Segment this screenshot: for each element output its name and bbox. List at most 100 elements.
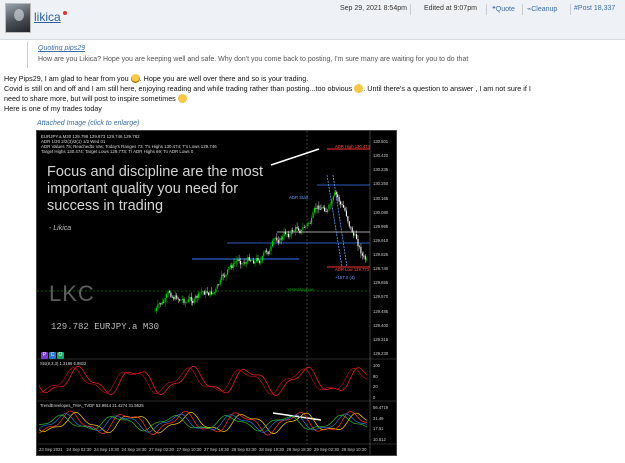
axis-tick-label: 24 Sep 10:30 <box>94 447 119 452</box>
axis-tick-label: 56.4719 <box>373 405 389 410</box>
candle <box>276 237 278 241</box>
candle <box>186 301 188 303</box>
candle <box>180 299 182 301</box>
candle <box>354 234 356 236</box>
candle <box>248 257 250 261</box>
candle <box>215 288 217 293</box>
tool-button: C <box>49 352 56 359</box>
divider <box>486 4 487 15</box>
axis-tick-label: 29 Sep 10:30 <box>341 447 367 452</box>
candle <box>229 265 231 267</box>
candle <box>303 227 305 228</box>
divider <box>410 4 411 15</box>
trend-line-yellow <box>38 411 368 435</box>
candle <box>270 246 272 251</box>
yesterday-low-label: YesterdayLow <box>287 287 314 292</box>
candle <box>299 230 301 234</box>
axis-tick-label: 129.400 <box>373 322 389 328</box>
candle <box>340 201 342 205</box>
candle <box>302 227 304 230</box>
candle <box>321 207 323 210</box>
body-line-2: Covid is still on and off and I am still… <box>4 84 531 93</box>
candle <box>300 229 302 234</box>
candle <box>266 250 268 252</box>
candle <box>226 269 229 275</box>
candle <box>267 251 269 255</box>
tool-button: P <box>41 352 48 359</box>
quote-button[interactable]: ❝Quote <box>492 5 515 13</box>
candle <box>279 238 281 244</box>
candle <box>282 236 284 240</box>
body-line-1: Hey Pips29, I am glad to hear from you .… <box>4 74 308 83</box>
candle <box>218 284 220 285</box>
trendline <box>270 148 320 166</box>
edited-time: Edited at 9:07pm <box>424 5 477 12</box>
candle <box>197 293 200 298</box>
candle <box>219 279 221 285</box>
candle <box>206 291 208 293</box>
avatar[interactable] <box>5 3 31 33</box>
candle <box>341 204 343 206</box>
chart-symbol-price: 129.782 EURJPY.a M30 <box>51 322 160 332</box>
trend-envelope-group <box>38 410 368 436</box>
candle <box>250 260 252 262</box>
axis-tick-label: 17.51 <box>373 426 384 432</box>
cleanup-button[interactable]: ⌁Cleanup <box>527 5 557 13</box>
candle <box>311 217 313 224</box>
candle <box>331 200 333 205</box>
axis-tick-label: 28 Sep 02:30 <box>231 447 257 452</box>
candle <box>329 204 331 205</box>
username-link[interactable]: likica <box>34 10 61 24</box>
candle <box>167 291 169 295</box>
attachment-link[interactable]: Attached Image (click to enlarge) <box>37 120 139 127</box>
sun-emoji-icon <box>130 74 140 83</box>
candle <box>183 298 185 303</box>
axis-tick-label: 129.315 <box>373 336 389 342</box>
candle <box>284 232 287 234</box>
candle <box>363 255 365 257</box>
candle <box>332 196 334 201</box>
candle <box>160 303 162 305</box>
candle <box>289 234 291 237</box>
axis-tick-label: 27 Sep 18:30 <box>204 447 229 452</box>
candle <box>360 246 362 254</box>
axis-tick-label: 130.165 <box>373 195 389 201</box>
axis-tick-label: 100 <box>373 363 380 368</box>
candle <box>316 205 318 210</box>
candle <box>232 263 234 268</box>
attached-chart-image[interactable]: EURJPY.a,M30 129.798 129.873 129.746 129… <box>36 130 397 456</box>
adr-low-label: ADR Low 129.773 <box>335 267 369 272</box>
axis-tick-label: 80 <box>373 373 378 379</box>
chart-tool-buttons: PCO <box>41 349 65 359</box>
target-label: +157.0 (4) <box>335 275 355 280</box>
candle <box>241 262 243 265</box>
quote-source-link[interactable]: Quoting pips29 <box>38 45 85 52</box>
candle <box>334 192 336 197</box>
chart-info-line: Target Highs 130.474; Target Lows 129.77… <box>41 149 194 154</box>
candle <box>212 293 214 295</box>
axis-tick-label: 27 Sep 10:30 <box>176 447 202 452</box>
candle <box>290 230 292 235</box>
candle <box>155 308 157 311</box>
candle <box>271 241 273 247</box>
candle <box>351 227 353 233</box>
online-status-icon <box>63 11 67 15</box>
axis-tick-label: 130.250 <box>373 181 389 187</box>
post-number-link[interactable]: #Post 18,337 <box>574 5 615 12</box>
chart-watermark: LKC <box>49 281 95 306</box>
divider <box>522 4 523 15</box>
body-text: . Hope you are well over there and so is… <box>139 74 309 83</box>
candle <box>171 296 173 298</box>
axis-tick-label: 129.910 <box>373 237 389 243</box>
trend-envelope-label: TrendEnvelopes_TMA_TVDF 52.9914 21.4274 … <box>40 403 144 408</box>
candle <box>312 212 314 218</box>
candle <box>161 301 163 305</box>
candle <box>202 291 204 292</box>
candle <box>164 297 166 303</box>
candle <box>238 259 240 261</box>
candle <box>190 297 192 302</box>
quote-block: Quoting pips29 How are you Likica? Hope … <box>27 42 621 68</box>
axis-tick-label: 129.655 <box>373 280 389 286</box>
candle <box>287 233 289 237</box>
candle <box>327 209 329 213</box>
